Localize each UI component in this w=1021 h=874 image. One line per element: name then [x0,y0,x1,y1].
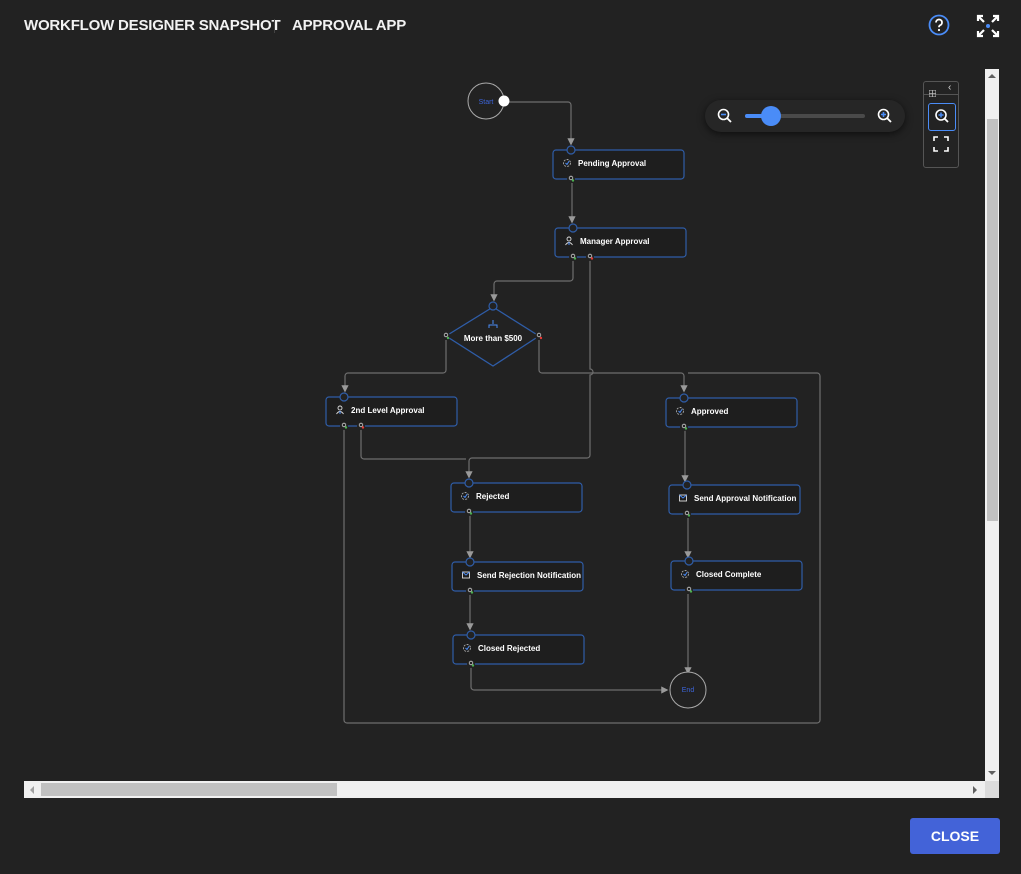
reject-port-icon[interactable] [357,422,365,430]
node-label: Send Approval Notification [694,494,796,503]
scrollbar-corner [985,781,999,798]
node-label: Approved [691,407,728,416]
node-label: Send Rejection Notification [477,571,581,580]
approve-port-icon[interactable] [465,508,473,516]
end-label: End [682,687,695,694]
node-label: 2nd Level Approval [351,406,425,415]
decision-input-port[interactable] [488,301,498,311]
input-port[interactable] [566,145,576,155]
fit-to-screen-icon[interactable] [933,136,949,152]
workflow-node-approved[interactable]: Approved [665,393,798,431]
workflow-diagram: Start End More than $500 Pending Approva… [325,82,821,724]
zoom-select-icon [935,109,949,123]
zoom-in-icon[interactable] [877,108,893,124]
edge-closed-rejected-end [470,667,669,694]
dialog-header: WORKFLOW DESIGNER SNAPSHOT APPROVAL APP [0,0,1021,54]
help-circle-icon[interactable] [928,14,950,36]
reject-port-icon[interactable] [586,253,594,261]
no-port-icon[interactable] [535,332,543,340]
scroll-down-arrow-icon[interactable] [988,771,996,775]
approve-port-icon[interactable] [567,175,575,183]
approve-port-icon[interactable] [680,423,688,431]
input-port[interactable] [339,392,349,402]
input-port[interactable] [464,478,474,488]
scroll-left-arrow-icon[interactable] [30,786,34,794]
yes-port-icon[interactable] [442,332,450,340]
approve-port-icon[interactable] [466,587,474,595]
zoom-control [705,100,905,132]
workflow-node-manager-approval[interactable]: Manager Approval [554,223,687,261]
edge-decision-second-level [341,340,447,393]
node-label: Closed Complete [696,570,762,579]
horizontal-scrollbar[interactable] [24,781,985,798]
canvas-toolbar: ‹ [923,81,959,168]
workflow-node-closed-rejected[interactable]: Closed Rejected [452,630,585,668]
canvas-toolbar-header: ‹ [924,82,958,98]
zoom-out-icon[interactable] [717,108,733,124]
input-port[interactable] [679,393,689,403]
start-port[interactable] [498,95,510,107]
workflow-node-send-rejection-notification[interactable]: Send Rejection Notification [451,557,584,595]
zoom-slider[interactable] [745,106,865,126]
decision-node[interactable]: More than $500 [442,301,543,367]
edge-second-level-rejected [360,428,466,460]
zoom-slider-handle[interactable] [761,106,782,126]
node-label: Manager Approval [580,237,650,246]
close-button[interactable]: CLOSE [910,818,1000,854]
horizontal-scroll-thumb[interactable] [41,783,337,796]
approve-port-icon[interactable] [569,253,577,261]
workflow-canvas[interactable]: Start End More than $500 Pending Approva… [24,69,985,781]
start-node[interactable]: Start [467,82,510,120]
approve-port-icon[interactable] [340,422,348,430]
edge-decision-approved [538,340,688,393]
input-port[interactable] [568,223,578,233]
approve-port-icon[interactable] [467,660,475,668]
decision-label: More than $500 [464,334,523,343]
workflow-node-second-level-approval[interactable]: 2nd Level Approval [325,392,458,430]
title-separator [274,19,275,33]
app-name: APPROVAL APP [292,17,407,34]
workflow-node-send-approval-notification[interactable]: Send Approval Notification [668,480,801,518]
edge-manager-decision [490,260,574,302]
workflow-node-rejected[interactable]: Rejected [450,478,583,516]
start-label: Start [479,99,494,106]
node-label: Rejected [476,492,509,501]
input-port[interactable] [465,557,475,567]
scroll-up-arrow-icon[interactable] [988,74,996,78]
approve-port-icon[interactable] [683,510,691,518]
chevron-left-icon[interactable]: ‹ [948,83,951,93]
workflow-node-closed-complete[interactable]: Closed Complete [670,556,803,594]
scroll-right-arrow-icon[interactable] [973,786,977,794]
expand-arrows-icon[interactable] [976,14,1000,38]
node-label: Pending Approval [578,159,646,168]
node-label: Closed Rejected [478,644,540,653]
grid-icon[interactable] [928,84,937,98]
input-port[interactable] [684,556,694,566]
vertical-scroll-thumb[interactable] [987,119,998,521]
edge-start-pending [504,101,575,146]
vertical-scrollbar[interactable] [985,69,999,781]
zoom-select-button[interactable] [928,103,956,131]
end-node[interactable]: End [669,671,707,709]
workflow-node-pending-approval[interactable]: Pending Approval [552,145,685,183]
edge-manager-rejected [465,260,594,479]
input-port[interactable] [466,630,476,640]
input-port[interactable] [682,480,692,490]
approve-port-icon[interactable] [685,586,693,594]
dialog-title: WORKFLOW DESIGNER SNAPSHOT [24,17,281,34]
